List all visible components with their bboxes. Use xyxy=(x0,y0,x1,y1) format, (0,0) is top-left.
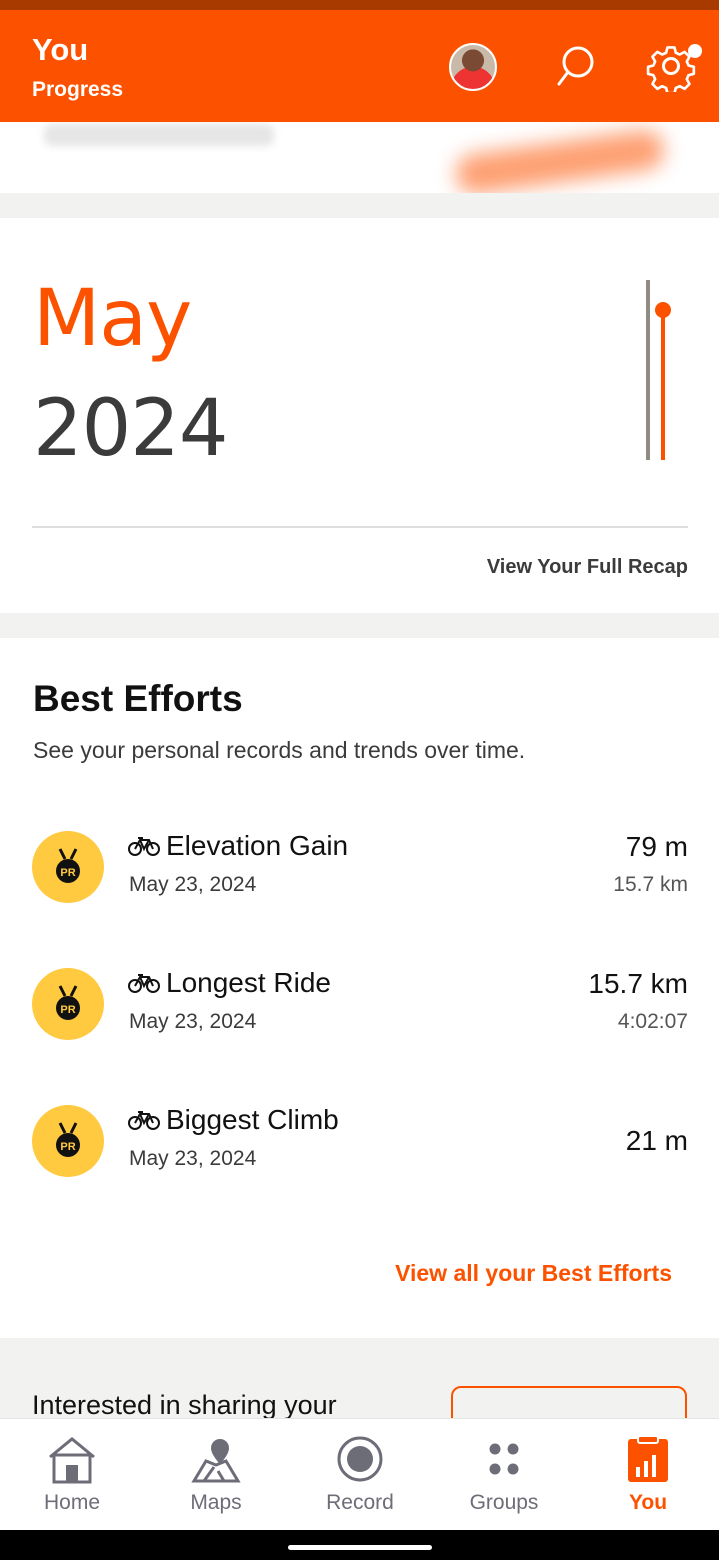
effort-name-text: Elevation Gain xyxy=(166,830,349,861)
page-subtitle-tab[interactable]: Progress xyxy=(32,78,123,102)
blurred-text xyxy=(44,124,274,146)
view-all-best-efforts-link[interactable]: View all your Best Efforts xyxy=(395,1260,672,1287)
pr-badge-text: PR xyxy=(60,1141,75,1153)
effort-name: Elevation Gain xyxy=(128,830,348,862)
map-icon xyxy=(191,1439,241,1483)
effort-date: May 23, 2024 xyxy=(129,873,257,896)
bottom-tab-bar: Home Maps Record Groups You xyxy=(0,1418,719,1531)
monthly-recap-card[interactable]: May 2024 View Your Full Recap xyxy=(0,218,719,613)
best-efforts-card: Best Efforts See your personal records a… xyxy=(0,638,719,1338)
effort-row-biggest-climb[interactable]: PR Biggest Climb May 23, 2024 21 m xyxy=(0,1104,719,1195)
effort-row-longest-ride[interactable]: PR Longest Ride May 23, 2024 15.7 km 4:0… xyxy=(0,967,719,1058)
effort-subvalue: 4:02:07 xyxy=(617,1010,688,1033)
best-efforts-subtitle: See your personal records and trends ove… xyxy=(33,737,526,763)
effort-value: 21 m xyxy=(625,1125,688,1156)
app-header: You Progress xyxy=(0,10,719,122)
effort-value: 15.7 km xyxy=(588,968,688,999)
bike-icon xyxy=(128,973,160,993)
tab-groups[interactable]: Groups xyxy=(432,1419,576,1531)
home-icon xyxy=(49,1437,95,1484)
pr-medal-icon: PR xyxy=(32,831,104,903)
pr-medal-icon: PR xyxy=(32,1105,104,1177)
tab-label: Home xyxy=(43,1491,101,1514)
view-full-recap-link[interactable]: View Your Full Recap xyxy=(487,556,688,579)
pr-medal-icon: PR xyxy=(32,968,104,1040)
record-icon xyxy=(337,1436,383,1482)
home-indicator[interactable] xyxy=(288,1545,432,1550)
pr-badge-text: PR xyxy=(60,867,75,879)
tab-label: You xyxy=(628,1491,668,1514)
tab-maps[interactable]: Maps xyxy=(144,1419,288,1531)
effort-name-text: Biggest Climb xyxy=(166,1104,339,1135)
recap-year: 2024 xyxy=(33,384,229,474)
recap-month: May xyxy=(33,274,192,364)
groups-icon xyxy=(489,1443,519,1475)
effort-name-text: Longest Ride xyxy=(166,967,332,998)
effort-name: Biggest Climb xyxy=(128,1104,339,1136)
tab-home[interactable]: Home xyxy=(0,1419,144,1531)
effort-name: Longest Ride xyxy=(128,967,331,999)
search-icon xyxy=(557,46,594,86)
tab-record[interactable]: Record xyxy=(288,1419,432,1531)
divider xyxy=(32,526,688,528)
search-button[interactable] xyxy=(550,40,602,92)
status-strip xyxy=(0,0,719,10)
timeline-marker xyxy=(655,302,671,318)
share-section: Interested in sharing your xyxy=(0,1338,719,1418)
timeline-track xyxy=(646,280,650,460)
effort-subvalue: 15.7 km xyxy=(613,873,688,896)
previous-card-fragment xyxy=(0,122,719,193)
recap-timeline-graphic xyxy=(640,280,680,462)
effort-date: May 23, 2024 xyxy=(129,1010,257,1033)
tab-label: Record xyxy=(326,1491,394,1514)
notification-dot xyxy=(688,44,702,58)
blurred-graphic xyxy=(453,127,667,193)
bike-icon xyxy=(128,836,160,856)
effort-value: 79 m xyxy=(625,831,688,862)
tab-label: Groups xyxy=(469,1491,539,1514)
effort-date: May 23, 2024 xyxy=(129,1147,257,1170)
share-button[interactable] xyxy=(451,1386,687,1418)
you-icon xyxy=(628,1435,668,1482)
effort-row-elevation-gain[interactable]: PR Elevation Gain May 23, 2024 79 m 15.7… xyxy=(0,830,719,921)
bike-icon xyxy=(128,1110,160,1130)
pr-badge-text: PR xyxy=(60,1004,75,1016)
page-title: You xyxy=(32,32,89,67)
best-efforts-title: Best Efforts xyxy=(33,678,243,719)
share-prompt-text: Interested in sharing your xyxy=(32,1390,337,1418)
tab-label: Maps xyxy=(190,1491,242,1514)
timeline-progress xyxy=(661,310,665,460)
avatar[interactable] xyxy=(449,43,497,91)
tab-you[interactable]: You xyxy=(576,1419,719,1531)
